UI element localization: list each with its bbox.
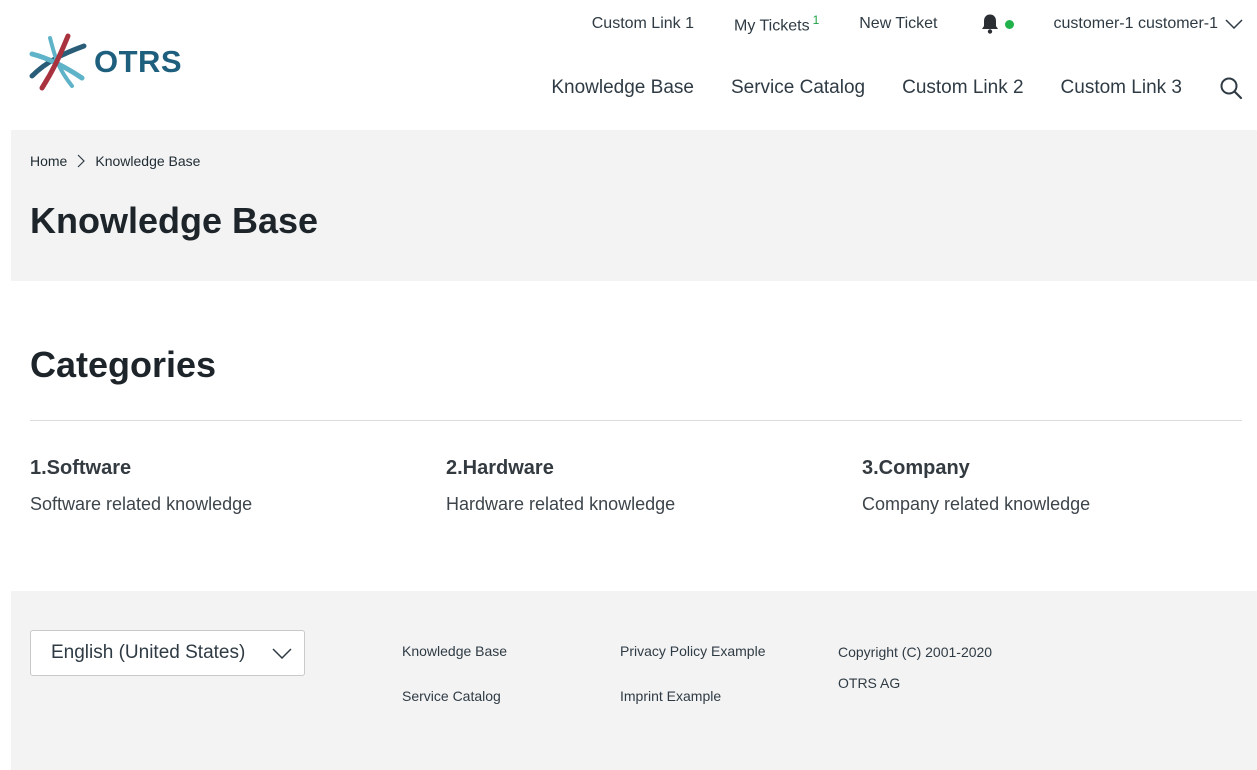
notification-status-dot xyxy=(1004,19,1014,29)
nav-custom-link-1[interactable]: Custom Link 1 xyxy=(592,15,694,33)
notifications-button[interactable] xyxy=(980,13,1014,35)
category-software[interactable]: 1.Software Software related knowledge xyxy=(30,457,252,515)
page-header-band: Home Knowledge Base Knowledge Base xyxy=(11,130,1257,281)
footer-link-privacy-policy[interactable]: Privacy Policy Example xyxy=(620,643,766,659)
chevron-right-icon xyxy=(77,154,86,168)
top-nav: Custom Link 1 My Tickets 1 New Ticket cus… xyxy=(592,12,1243,36)
my-tickets-count: 1 xyxy=(812,12,820,27)
footer-link-service-catalog[interactable]: Service Catalog xyxy=(402,688,501,704)
chevron-down-icon xyxy=(272,647,292,659)
search-button[interactable] xyxy=(1219,76,1243,100)
my-tickets-label: My Tickets xyxy=(734,17,810,35)
nav-my-tickets[interactable]: My Tickets 1 xyxy=(734,13,819,35)
category-title[interactable]: 1.Software xyxy=(30,457,252,480)
category-title[interactable]: 2.Hardware xyxy=(446,457,675,480)
bell-icon xyxy=(981,14,998,34)
category-title[interactable]: 3.Company xyxy=(862,457,1090,480)
copyright-company: OTRS AG xyxy=(838,675,901,691)
user-menu[interactable]: customer-1 customer-1 xyxy=(1054,15,1244,33)
category-description: Hardware related knowledge xyxy=(446,494,676,514)
nav-knowledge-base[interactable]: Knowledge Base xyxy=(551,77,694,99)
breadcrumb-current[interactable]: Knowledge Base xyxy=(95,153,200,169)
nav-custom-link-2[interactable]: Custom Link 2 xyxy=(902,77,1023,99)
divider xyxy=(30,420,1242,421)
search-icon xyxy=(1220,77,1243,100)
language-select[interactable]: English (United States) xyxy=(30,630,305,676)
main-nav: Knowledge Base Service Catalog Custom Li… xyxy=(551,76,1243,100)
user-name: customer-1 customer-1 xyxy=(1053,15,1219,32)
category-hardware[interactable]: 2.Hardware Hardware related knowledge xyxy=(446,457,675,515)
logo-text: OTRS xyxy=(94,44,183,79)
copyright-line: Copyright (C) 2001-2020 xyxy=(838,644,993,660)
nav-custom-link-3[interactable]: Custom Link 3 xyxy=(1061,77,1182,99)
chevron-down-icon xyxy=(1225,19,1243,29)
site-header: OTRS Custom Link 1 My Tickets 1 New Ticke… xyxy=(0,0,1257,130)
footer-link-knowledge-base[interactable]: Knowledge Base xyxy=(402,643,507,659)
nav-service-catalog[interactable]: Service Catalog xyxy=(731,77,865,99)
otrs-logo[interactable]: OTRS xyxy=(28,32,182,92)
breadcrumb: Home Knowledge Base xyxy=(30,153,200,169)
otrs-logo-icon xyxy=(29,33,87,91)
language-select-value: English (United States) xyxy=(51,642,246,663)
copyright: Copyright (C) 2001-2020 OTRS AG xyxy=(838,637,992,699)
footer-link-imprint[interactable]: Imprint Example xyxy=(620,688,721,704)
category-description: Company related knowledge xyxy=(862,494,1091,514)
category-description: Software related knowledge xyxy=(30,494,253,514)
site-footer: English (United States) Knowledge Base S… xyxy=(11,591,1257,770)
category-company[interactable]: 3.Company Company related knowledge xyxy=(862,457,1090,515)
breadcrumb-home[interactable]: Home xyxy=(30,153,67,169)
page-title: Knowledge Base xyxy=(30,200,319,241)
categories-heading: Categories xyxy=(30,344,217,385)
nav-new-ticket[interactable]: New Ticket xyxy=(859,15,937,33)
